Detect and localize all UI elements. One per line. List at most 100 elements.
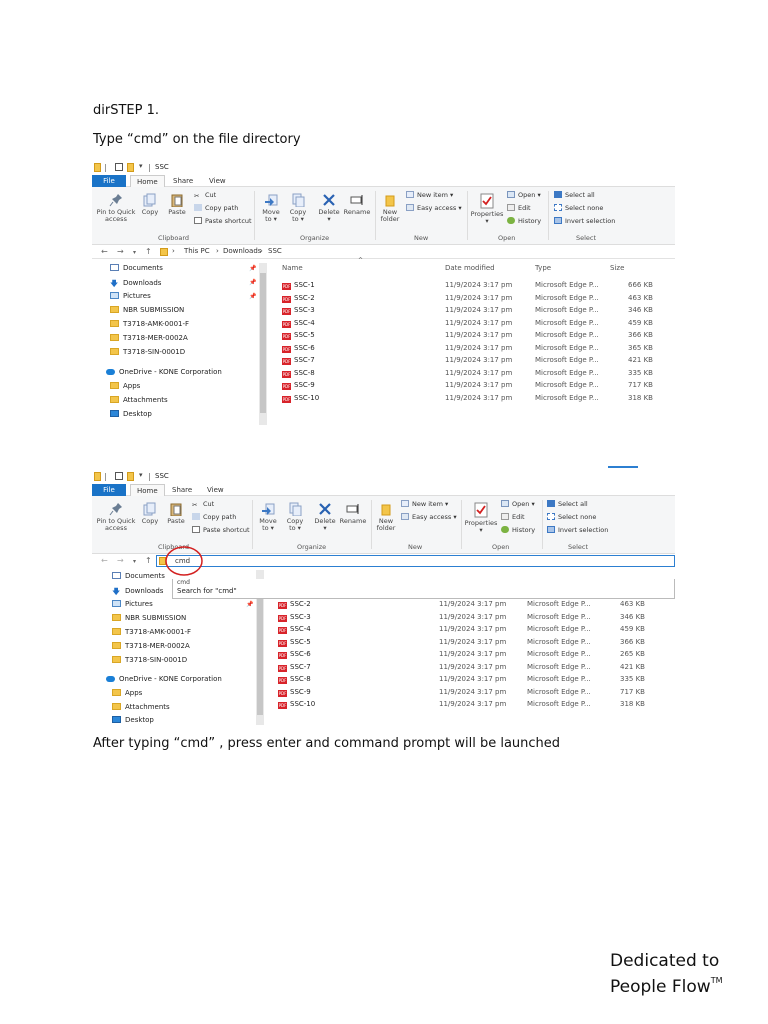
- tab-view[interactable]: View: [203, 175, 232, 187]
- rename-button[interactable]: Rename: [339, 502, 367, 525]
- easy-access-button[interactable]: Easy access ▾: [406, 204, 462, 212]
- delete-button[interactable]: Delete ▾: [313, 502, 337, 532]
- edit-button[interactable]: Edit: [507, 204, 531, 212]
- move-to-button[interactable]: Move to ▾: [260, 193, 282, 223]
- column-name[interactable]: Name: [282, 264, 303, 272]
- file-row[interactable]: PDF SSC-9 11/9/2024 3:17 pm Microsoft Edge …: [92, 381, 675, 394]
- file-row[interactable]: PDF SSC-7 11/9/2024 3:17 pm Microsoft Edge …: [92, 356, 675, 369]
- paste-shortcut-button[interactable]: Paste shortcut: [194, 217, 252, 225]
- select-all-button[interactable]: Select all: [554, 191, 595, 199]
- file-row[interactable]: PDF SSC-9 11/9/2024 3:17 pm Microsoft Edge …: [92, 688, 675, 701]
- tab-share[interactable]: Share: [167, 175, 199, 187]
- tab-home[interactable]: Home: [130, 484, 165, 496]
- properties-button[interactable]: Properties ▾: [469, 193, 505, 225]
- file-row[interactable]: PDF SSC-3 11/9/2024 3:17 pm Microsoft Edge …: [92, 613, 675, 626]
- file-row[interactable]: PDF SSC-4 11/9/2024 3:17 pm Microsoft Edge …: [92, 319, 675, 332]
- suggestion-search-cmd[interactable]: Search for "cmd": [177, 587, 237, 595]
- paste-button[interactable]: Paste: [166, 193, 188, 216]
- cut-button[interactable]: ✂ Cut: [194, 191, 216, 200]
- new-folder-button[interactable]: New folder: [378, 193, 402, 223]
- pin-to-quick-access-button[interactable]: Pin to Quick access: [96, 193, 136, 223]
- file-row[interactable]: PDF SSC-8 11/9/2024 3:17 pm Microsoft Edge …: [92, 675, 675, 688]
- paste-shortcut-button[interactable]: Paste shortcut: [192, 526, 250, 534]
- pdf-file-icon: PDF: [278, 652, 287, 659]
- address-input[interactable]: cmd: [156, 555, 675, 567]
- customize-toolbar-icon[interactable]: ▾: [139, 471, 143, 479]
- forward-icon[interactable]: →: [117, 556, 124, 565]
- nav-item-documents[interactable]: Documents: [110, 264, 163, 272]
- rename-button[interactable]: Rename: [343, 193, 371, 216]
- back-icon[interactable]: ←: [101, 247, 108, 256]
- tab-view[interactable]: View: [201, 484, 230, 496]
- copy-button[interactable]: Copy: [140, 193, 160, 216]
- invert-selection-button[interactable]: Invert selection: [554, 217, 615, 225]
- nav-item-desktop[interactable]: Desktop: [110, 410, 152, 418]
- up-icon[interactable]: ↑: [145, 247, 152, 256]
- customize-toolbar-icon[interactable]: ▾: [139, 162, 143, 170]
- select-none-button[interactable]: Select none: [554, 204, 603, 212]
- back-icon[interactable]: ←: [101, 556, 108, 565]
- history-button[interactable]: History: [507, 217, 541, 225]
- select-none-button[interactable]: Select none: [547, 513, 596, 521]
- nav-item-desktop[interactable]: Desktop: [112, 716, 154, 724]
- new-folder-quick-icon[interactable]: [127, 163, 134, 172]
- new-item-button[interactable]: New item ▾: [401, 500, 448, 508]
- edit-button[interactable]: Edit: [501, 513, 525, 521]
- recent-locations-icon[interactable]: ▾: [133, 558, 136, 565]
- forward-icon[interactable]: →: [117, 247, 124, 256]
- select-all-button[interactable]: Select all: [547, 500, 588, 508]
- copy-path-button[interactable]: Copy path: [194, 204, 238, 212]
- file-row[interactable]: PDF SSC-7 11/9/2024 3:17 pm Microsoft Edge …: [92, 663, 675, 676]
- new-folder-quick-icon[interactable]: [127, 472, 134, 481]
- open-button[interactable]: Open ▾: [507, 191, 541, 199]
- breadcrumb-ssc[interactable]: SSC: [268, 247, 282, 255]
- paste-button[interactable]: Paste: [165, 502, 187, 525]
- file-row[interactable]: PDF SSC-6 11/9/2024 3:17 pm Microsoft Edge …: [92, 650, 675, 663]
- new-item-button[interactable]: New item ▾: [406, 191, 453, 199]
- tab-file[interactable]: File: [92, 175, 126, 187]
- breadcrumb-this-pc[interactable]: This PC: [184, 247, 210, 255]
- copy-button[interactable]: Copy: [140, 502, 160, 525]
- column-size[interactable]: Size: [610, 264, 624, 272]
- recent-locations-icon[interactable]: ▾: [133, 249, 136, 256]
- properties-quick-icon[interactable]: [115, 472, 123, 480]
- cut-button[interactable]: ✂ Cut: [192, 500, 214, 509]
- new-folder-button[interactable]: New folder: [374, 502, 398, 532]
- tab-home[interactable]: Home: [130, 175, 165, 187]
- invert-selection-button[interactable]: Invert selection: [547, 526, 608, 534]
- pin-to-quick-access-button[interactable]: Pin to Quick access: [96, 502, 136, 532]
- rename-icon: [346, 504, 359, 514]
- copy-to-button[interactable]: Copy to ▾: [284, 502, 306, 532]
- easy-access-button[interactable]: Easy access ▾: [401, 513, 457, 521]
- file-row[interactable]: PDF SSC-10 11/9/2024 3:17 pm Microsoft Edge…: [92, 700, 675, 713]
- properties-button[interactable]: Properties ▾: [463, 502, 499, 534]
- file-row[interactable]: PDF SSC-4 11/9/2024 3:17 pm Microsoft Edge …: [92, 625, 675, 638]
- column-type[interactable]: Type: [535, 264, 551, 272]
- file-row[interactable]: PDF SSC-5 11/9/2024 3:17 pm Microsoft Edge …: [92, 331, 675, 344]
- tab-share[interactable]: Share: [166, 484, 198, 496]
- open-button[interactable]: Open ▾: [501, 500, 535, 508]
- breadcrumb-downloads[interactable]: Downloads: [223, 247, 261, 255]
- properties-quick-icon[interactable]: [115, 163, 123, 171]
- copy-path-button[interactable]: Copy path: [192, 513, 236, 521]
- column-date-modified[interactable]: Date modified: [445, 264, 495, 272]
- file-row[interactable]: PDF SSC-3 11/9/2024 3:17 pm Microsoft Edge …: [92, 306, 675, 319]
- file-row[interactable]: PDF SSC-2 11/9/2024 3:17 pm Microsoft Edge …: [92, 600, 675, 613]
- file-row[interactable]: PDF SSC-8 11/9/2024 3:17 pm Microsoft Edge …: [92, 369, 675, 382]
- nav-item-documents[interactable]: Documents: [112, 572, 165, 580]
- tab-file[interactable]: File: [92, 484, 126, 496]
- file-row[interactable]: PDF SSC-2 11/9/2024 3:17 pm Microsoft Edge …: [92, 294, 675, 307]
- file-row[interactable]: PDF SSC-1 11/9/2024 3:17 pm Microsoft Edge …: [92, 281, 675, 294]
- file-type: Microsoft Edge P...: [535, 356, 599, 364]
- suggestion-cmd[interactable]: cmd: [177, 579, 190, 586]
- file-row[interactable]: PDF SSC-5 11/9/2024 3:17 pm Microsoft Edge …: [92, 638, 675, 651]
- file-row[interactable]: PDF SSC-10 11/9/2024 3:17 pm Microsoft Edge…: [92, 394, 675, 407]
- delete-button[interactable]: Delete ▾: [317, 193, 341, 223]
- up-icon[interactable]: ↑: [145, 556, 152, 565]
- file-row[interactable]: PDF SSC-6 11/9/2024 3:17 pm Microsoft Edge …: [92, 344, 675, 357]
- history-button[interactable]: History: [501, 526, 535, 534]
- move-to-button[interactable]: Move to ▾: [257, 502, 279, 532]
- copy-to-button[interactable]: Copy to ▾: [287, 193, 309, 223]
- address-bar[interactable]: › This PC › Downloads › SSC: [158, 246, 675, 258]
- nav-item-downloads[interactable]: 🡇 Downloads: [112, 586, 163, 596]
